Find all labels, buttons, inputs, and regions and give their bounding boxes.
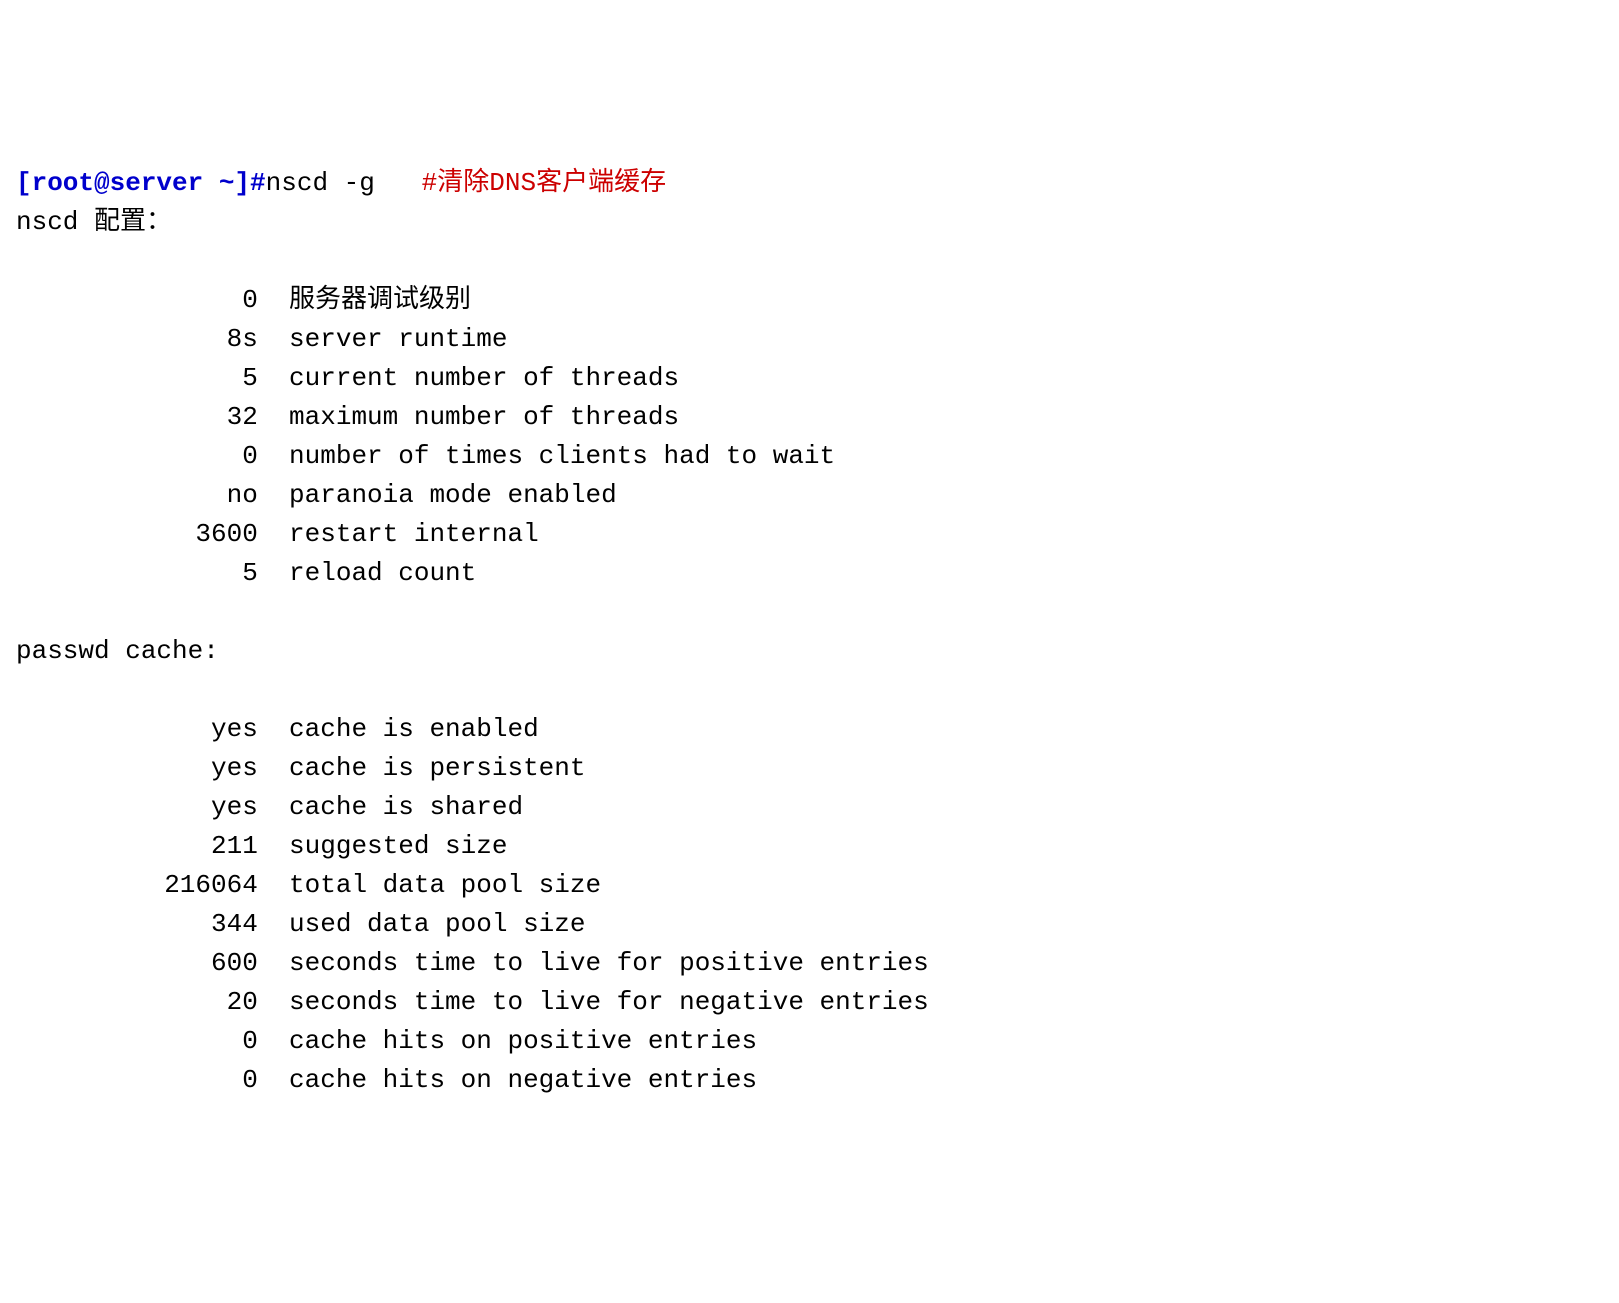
passwd-row: 600 seconds time to live for positive en…: [16, 944, 1603, 983]
passwd-label: cache hits on positive entries: [289, 1026, 757, 1056]
passwd-value: 211: [16, 827, 258, 866]
passwd-label: seconds time to live for positive entrie…: [289, 948, 929, 978]
config-value: 32: [16, 398, 258, 437]
section-header-config: nscd 配置：: [16, 203, 1603, 242]
passwd-row: 216064 total data pool size: [16, 866, 1603, 905]
config-label: number of times clients had to wait: [289, 441, 835, 471]
passwd-value: 600: [16, 944, 258, 983]
passwd-label: total data pool size: [289, 870, 601, 900]
passwd-value: 0: [16, 1022, 258, 1061]
passwd-label: cache is enabled: [289, 714, 539, 744]
config-value: 0: [16, 437, 258, 476]
config-value: 5: [16, 359, 258, 398]
passwd-label: cache is persistent: [289, 753, 585, 783]
config-row: 3600 restart internal: [16, 515, 1603, 554]
config-label: server runtime: [289, 324, 507, 354]
passwd-label: cache is shared: [289, 792, 523, 822]
config-value: no: [16, 476, 258, 515]
passwd-label: cache hits on negative entries: [289, 1065, 757, 1095]
config-value: 0: [16, 281, 258, 320]
config-row: 0 服务器调试级别: [16, 281, 1603, 320]
config-row: 8s server runtime: [16, 320, 1603, 359]
passwd-row: 344 used data pool size: [16, 905, 1603, 944]
shell-prompt: [root@server ~]#: [16, 168, 266, 198]
config-label: paranoia mode enabled: [289, 480, 617, 510]
passwd-value: 20: [16, 983, 258, 1022]
section-header-passwd: passwd cache:: [16, 632, 1603, 671]
passwd-label: used data pool size: [289, 909, 585, 939]
passwd-row: yes cache is shared: [16, 788, 1603, 827]
config-row: no paranoia mode enabled: [16, 476, 1603, 515]
passwd-row: 20 seconds time to live for negative ent…: [16, 983, 1603, 1022]
config-value: 5: [16, 554, 258, 593]
config-row: 5 current number of threads: [16, 359, 1603, 398]
config-value: 8s: [16, 320, 258, 359]
passwd-row: yes cache is persistent: [16, 749, 1603, 788]
config-label: 服务器调试级别: [289, 285, 471, 315]
config-label: restart internal: [289, 519, 539, 549]
config-row: 32 maximum number of threads: [16, 398, 1603, 437]
config-row: 5 reload count: [16, 554, 1603, 593]
passwd-row: yes cache is enabled: [16, 710, 1603, 749]
config-value: 3600: [16, 515, 258, 554]
terminal-output: [root@server ~]#nscd -g #清除DNS客户端缓存nscd …: [16, 164, 1603, 1100]
passwd-value: yes: [16, 749, 258, 788]
passwd-row: 211 suggested size: [16, 827, 1603, 866]
config-label: current number of threads: [289, 363, 679, 393]
config-label: reload count: [289, 558, 476, 588]
passwd-label: suggested size: [289, 831, 507, 861]
passwd-value: 0: [16, 1061, 258, 1100]
passwd-row: 0 cache hits on negative entries: [16, 1061, 1603, 1100]
command-text: nscd -g: [266, 168, 375, 198]
passwd-value: 216064: [16, 866, 258, 905]
comment-text: #清除DNS客户端缓存: [422, 168, 666, 198]
config-row: 0 number of times clients had to wait: [16, 437, 1603, 476]
passwd-value: yes: [16, 710, 258, 749]
passwd-row: 0 cache hits on positive entries: [16, 1022, 1603, 1061]
passwd-value: yes: [16, 788, 258, 827]
command-line: [root@server ~]#nscd -g #清除DNS客户端缓存: [16, 164, 1603, 203]
passwd-value: 344: [16, 905, 258, 944]
config-label: maximum number of threads: [289, 402, 679, 432]
passwd-label: seconds time to live for negative entrie…: [289, 987, 929, 1017]
